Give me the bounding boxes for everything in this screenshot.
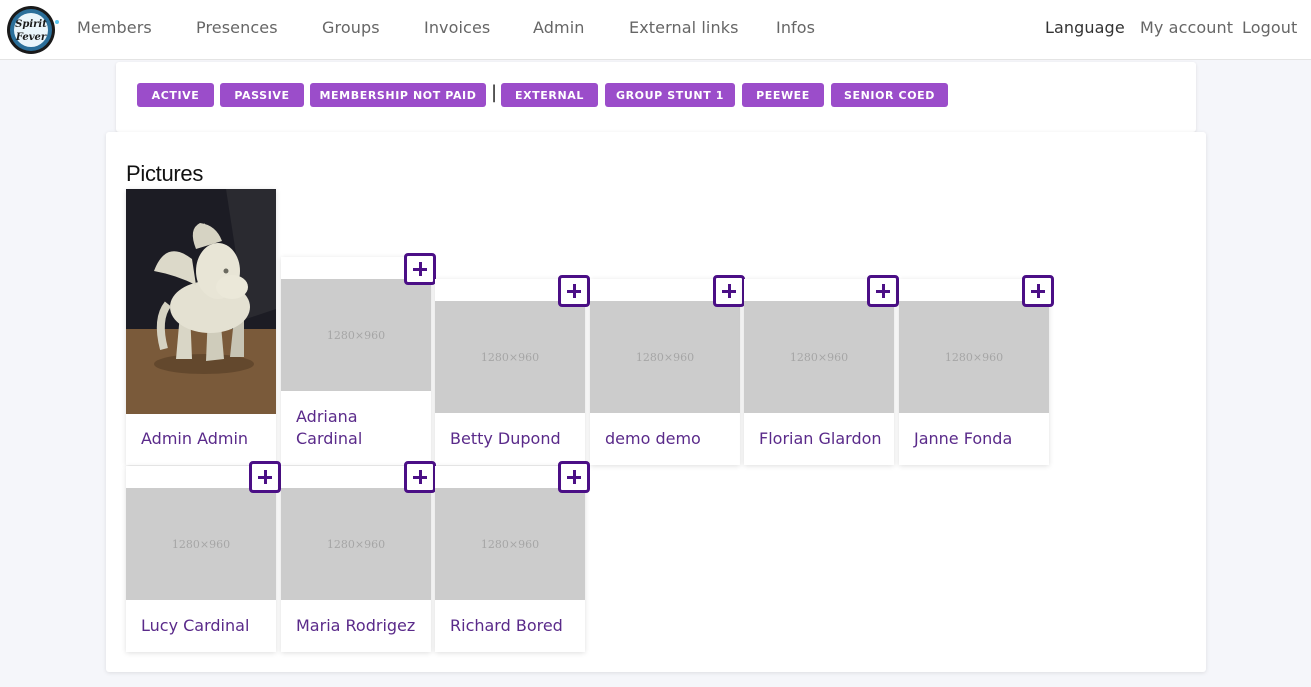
member-name[interactable]: Maria Rodrigez — [296, 615, 415, 637]
nav-presences[interactable]: Presences — [196, 18, 278, 37]
filter-chip-senior-coed[interactable]: SENIOR COED — [831, 83, 948, 107]
plus-square-icon[interactable] — [558, 461, 590, 493]
member-card: 1280×960 Adriana Cardinal — [281, 257, 431, 465]
member-name[interactable]: Janne Fonda — [914, 428, 1012, 450]
member-name[interactable]: Richard Bored — [450, 615, 563, 637]
member-card: 1280×960 Richard Bored — [435, 466, 585, 652]
filter-chip-external[interactable]: EXTERNAL — [501, 83, 598, 107]
plus-square-icon[interactable] — [867, 275, 899, 307]
nav-groups[interactable]: Groups — [322, 18, 380, 37]
svg-text:Fever: Fever — [15, 32, 47, 43]
filter-chip-passive[interactable]: PASSIVE — [220, 83, 304, 107]
top-navbar: Spirit Fever Members Presences Groups In… — [0, 0, 1311, 60]
member-photo[interactable] — [126, 189, 276, 414]
member-photo-placeholder: 1280×960 — [435, 301, 585, 413]
plus-square-icon[interactable] — [404, 461, 436, 493]
filter-chip-peewee[interactable]: PEEWEE — [742, 83, 824, 107]
member-photo-placeholder: 1280×960 — [435, 488, 585, 600]
nav-language[interactable]: Language — [1045, 18, 1125, 37]
group-filter-bar: ACTIVE PASSIVE MEMBERSHIP NOT PAID | EXT… — [116, 62, 1196, 132]
member-name[interactable]: demo demo — [605, 428, 701, 450]
plus-square-icon[interactable] — [558, 275, 590, 307]
filter-chip-membership-not-paid[interactable]: MEMBERSHIP NOT PAID — [310, 83, 486, 107]
nav-infos[interactable]: Infos — [776, 18, 815, 37]
nav-logout[interactable]: Logout — [1242, 18, 1297, 37]
member-photo-placeholder: 1280×960 — [126, 488, 276, 600]
svg-text:Spirit: Spirit — [15, 19, 47, 30]
nav-members[interactable]: Members — [77, 18, 152, 37]
nav-admin[interactable]: Admin — [533, 18, 585, 37]
plus-square-icon[interactable] — [713, 275, 745, 307]
member-card: Admin Admin — [126, 189, 276, 465]
member-photo-placeholder: 1280×960 — [899, 301, 1049, 413]
member-photo-placeholder: 1280×960 — [744, 301, 894, 413]
member-name[interactable]: Adriana Cardinal — [296, 406, 416, 450]
plus-square-icon[interactable] — [1022, 275, 1054, 307]
member-card: 1280×960 Lucy Cardinal — [126, 466, 276, 652]
member-name[interactable]: Admin Admin — [141, 428, 248, 450]
filter-chip-active[interactable]: ACTIVE — [137, 83, 214, 107]
member-photo-placeholder: 1280×960 — [590, 301, 740, 413]
nav-external-links[interactable]: External links — [629, 18, 739, 37]
filter-chip-group-stunt-1[interactable]: GROUP STUNT 1 — [605, 83, 735, 107]
nav-invoices[interactable]: Invoices — [424, 18, 490, 37]
member-card: 1280×960 Maria Rodrigez — [281, 466, 431, 652]
spirit-fever-logo[interactable]: Spirit Fever — [4, 4, 62, 56]
pictures-title: Pictures — [126, 161, 204, 186]
pictures-panel: Pictures Admin Admin 1280×960 Adriana Ca… — [106, 132, 1206, 672]
plus-square-icon[interactable] — [404, 253, 436, 285]
filter-separator: | — [491, 82, 498, 103]
member-photo-placeholder: 1280×960 — [281, 279, 431, 391]
member-photo-placeholder: 1280×960 — [281, 488, 431, 600]
member-name[interactable]: Betty Dupond — [450, 428, 561, 450]
member-name[interactable]: Florian Glardon — [759, 428, 882, 450]
member-name[interactable]: Lucy Cardinal — [141, 615, 249, 637]
nav-my-account[interactable]: My account — [1140, 18, 1233, 37]
plus-square-icon[interactable] — [249, 461, 281, 493]
